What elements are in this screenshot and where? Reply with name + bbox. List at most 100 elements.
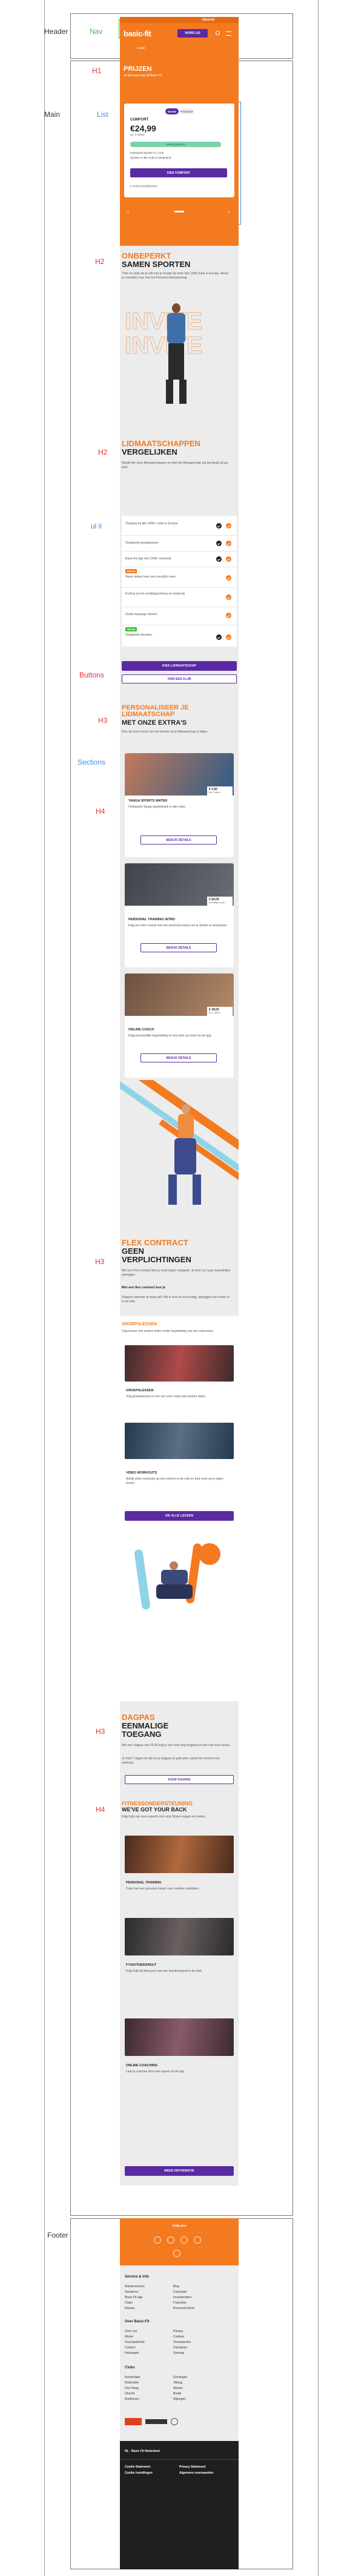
support-item: FYSIOTHERAPEUT Krijg hulp bij blessures … [125,1918,234,1991]
footer-link[interactable]: Investeerders [173,2296,191,2299]
extras-body: Kies uit onze extra's om het meeste uit … [122,730,208,734]
daypass-hero-image [120,1531,239,1613]
footer-link[interactable]: Privacy [173,2330,183,2333]
unlimited-heading-accent: ONBEPERKT [122,251,171,260]
footer-link[interactable]: Disclaimer [173,2346,187,2350]
check-icon [226,523,231,529]
athlete-figure [156,1561,193,1610]
footer-link[interactable]: Missie [125,2335,133,2339]
extras-section: PERSONALISEER JE LIDMAATSCHAP MET ONZE E… [120,693,239,1080]
annot-h4a: H4 [96,807,105,815]
view-details-button[interactable]: BEKIJK DETAILS [140,835,217,845]
footer-link[interactable]: Rotterdam [125,2381,139,2385]
footer-link[interactable]: Groningen [173,2376,187,2379]
extra-price-box: € 2,50 per 4 weken [207,786,233,799]
more-info-button[interactable]: MEER INFORMATIE [125,2166,234,2176]
support-item-desc: Krijg hulp bij blessures van een fysioth… [126,1969,203,1973]
twitter-icon[interactable] [173,2250,180,2257]
instagram-icon[interactable] [167,2236,174,2244]
prices-section: PRIJZEN Je lidmaatschap bij Basic-Fit BA… [120,64,239,246]
facebook-icon[interactable] [154,2236,161,2244]
menu-icon[interactable] [226,31,231,36]
top-link[interactable]: Word lid [202,18,214,22]
extras-heading-accent: PERSONALISEER JE LIDMAATSCHAP [122,704,189,718]
popular-badge: Meest gekozen [130,142,221,147]
footer-link[interactable]: Breda [173,2392,181,2396]
footer-link[interactable]: Clubs [125,2301,133,2305]
legal-link[interactable]: Privacy Statement [179,2465,205,2469]
footer-link[interactable]: Franchise [173,2301,187,2305]
partner-logo [171,2418,178,2425]
see-all-lessons-button[interactable]: ZIE ALLE LESSEN [125,1511,234,1521]
buy-daypass-button[interactable]: KOOP DAGPAS [125,1775,234,1784]
support-item-image [125,2018,234,2056]
unlimited-body: Train zo vaak als je wilt met je maatje … [122,272,229,280]
legal-link[interactable]: Cookie instellingen [125,2471,153,2475]
find-club-button[interactable]: VIND EEN CLUB [122,674,237,684]
plan-period: per 4 weken [130,133,145,136]
footer-link[interactable]: Vacatures [125,2290,138,2294]
extra-card-title: YANGA SPORTS WATER [128,799,168,803]
footer-link[interactable]: Almere [173,2387,183,2390]
annot-h2a: H2 [95,257,105,266]
plan-feature: Onbeperkt sporten in 1 club [130,151,164,154]
support-item-desc: Train met een personal trainer voor snel… [126,1887,200,1891]
footer-link[interactable]: Nieuws [125,2307,134,2310]
compare-row: Basic-Fit app met 1000+ workouts [125,553,233,565]
footer-link[interactable]: Over ons [125,2330,137,2333]
country-selector[interactable]: NL · Basic Fit Nederland [125,2449,160,2453]
footer-link[interactable]: Cookies [173,2335,184,2339]
flex-heading-2: VERPLICHTINGEN [122,1255,191,1264]
carousel-next[interactable]: › [228,208,230,214]
extra-price-box: € 50,00 eenmalige kosten [207,897,233,909]
footer-link[interactable]: Tilburg [173,2381,182,2385]
follow-bar: Volg ons [120,2218,239,2265]
toggle-basis[interactable]: BASIS [165,108,179,114]
linkedin-icon[interactable] [194,2236,201,2244]
prices-subtitle: Je lidmaatschap bij Basic-Fit [124,74,162,77]
carousel-prev[interactable]: ‹ [127,208,129,214]
search-icon[interactable] [216,31,220,35]
footer-link[interactable]: Amsterdam [125,2376,140,2379]
choose-plan-button[interactable]: KIES COMFORT [130,168,227,177]
footer-link[interactable]: Duurzaamheid [125,2340,145,2344]
daypass-body-2: Je hebt 7 dagen de tijd om je dagpas te … [122,1757,220,1765]
legal-link[interactable]: Cookie Statement [125,2465,150,2469]
footer-link[interactable]: Contact [125,2346,135,2350]
check-icon [226,595,231,600]
footer-link[interactable]: Nijmegen [173,2397,186,2401]
footer-link[interactable]: Huisregels [125,2351,139,2355]
compare-section: LIDMAATSCHAPPEN VERGELIJKEN Bekijk hier … [120,432,239,693]
check-icon [226,556,231,562]
extra-card-desc: Krijg persoonlijke begeleiding en een pl… [128,1034,212,1038]
group-item-title: VIDEO WORKOUTS [126,1471,157,1475]
view-details-button[interactable]: BEKIJK DETAILS [140,943,217,952]
carousel-dots[interactable] [174,211,184,212]
compare-row: Korting op het voedingsschema en workout… [125,590,233,605]
footer-link[interactable]: Blog [173,2285,179,2288]
choose-membership-button[interactable]: KIES LIDMAATSCHAP [122,661,237,671]
legal-link[interactable]: Algemene voorwaarden [179,2471,213,2475]
footer-link[interactable]: Corporate [173,2290,187,2294]
annot-h3c: H3 [96,1727,105,1736]
join-button[interactable]: WORD LID [177,29,208,38]
header-subtext[interactable]: Leden [137,47,145,50]
unlimited-heading: SAMEN SPORTEN [122,260,191,269]
extra-card-title: PERSONAL TRAINING INTRO [128,918,176,921]
extras-heading: MET ONZE EXTRA'S [122,719,187,726]
footer-link[interactable]: Klantenservice [125,2285,145,2288]
extra-card-title: ONLINE COACH [128,1028,154,1032]
footer-link[interactable]: Sitemap [173,2351,184,2355]
toggle-premium[interactable]: PREMIUM [180,108,193,114]
footer-link[interactable]: Utrecht [125,2392,134,2396]
unlimited-section: ONBEPERKT SAMEN SPORTEN Train zo vaak al… [120,246,239,432]
footer-link[interactable]: Voorwaarden [173,2340,191,2344]
view-details-button[interactable]: BEKIJK DETAILS [140,1053,217,1062]
footer-link[interactable]: Personal trainer [173,2307,194,2310]
logo[interactable]: basic-fit [124,29,151,38]
youtube-icon[interactable] [180,2236,188,2244]
footer-logos [125,2416,234,2428]
footer-link[interactable]: Basic-Fit app [125,2296,142,2299]
footer-link[interactable]: Eindhoven [125,2397,139,2401]
footer-link[interactable]: Den Haag [125,2387,139,2390]
